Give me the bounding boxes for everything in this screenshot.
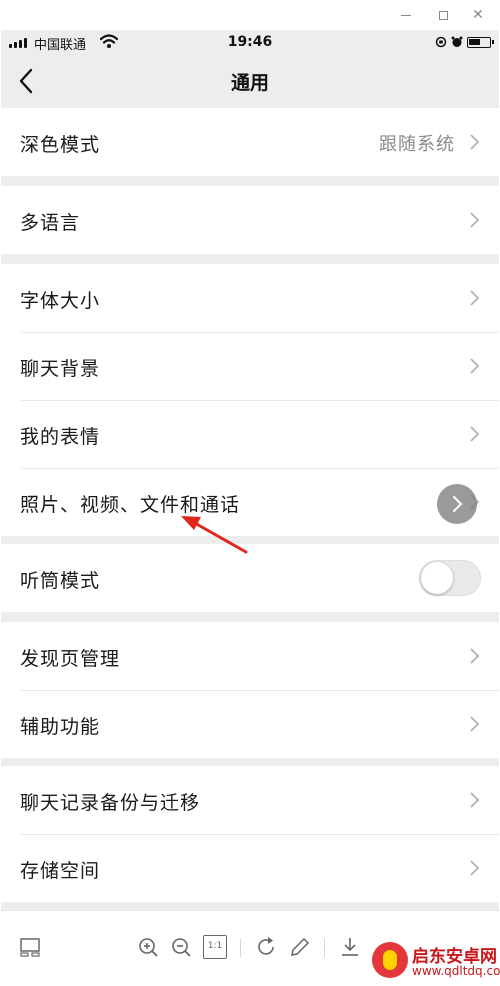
row-label: 字体大小 bbox=[20, 290, 101, 312]
chevron-right-icon bbox=[470, 134, 480, 150]
floating-assistive-button[interactable] bbox=[437, 484, 477, 524]
row-label: 聊天背景 bbox=[20, 358, 101, 380]
chevron-right-icon bbox=[470, 290, 480, 306]
settings-row-font-size[interactable]: 字体大小 bbox=[1, 264, 499, 332]
status-icons bbox=[435, 34, 494, 50]
settings-row-language[interactable]: 多语言 bbox=[1, 186, 499, 254]
actual-size-icon[interactable]: 1:1 bbox=[203, 935, 227, 959]
alarm-icon bbox=[451, 36, 463, 47]
watermark-url: www.qdltdq.com bbox=[412, 964, 500, 978]
row-label: 我的表情 bbox=[20, 426, 101, 448]
minimize-icon[interactable] bbox=[391, 4, 421, 26]
settings-row-dark-mode[interactable]: 深色模式 跟随系统 bbox=[1, 108, 499, 176]
row-value: 跟随系统 bbox=[379, 134, 455, 155]
row-label: 辅助功能 bbox=[20, 716, 101, 738]
earpiece-mode-toggle[interactable] bbox=[419, 560, 481, 596]
close-icon[interactable]: ✕ bbox=[463, 4, 493, 26]
chevron-right-icon bbox=[453, 496, 463, 512]
settings-group-earpiece: 听筒模式 bbox=[1, 544, 499, 612]
settings-group-display: 深色模式 跟随系统 bbox=[1, 108, 499, 176]
settings-group-chat: 字体大小 聊天背景 我的表情 照片、视频、文件和通话 bbox=[1, 264, 499, 536]
site-watermark: 启东安卓网 www.qdltdq.com bbox=[372, 938, 500, 986]
toggle-knob bbox=[421, 562, 453, 594]
settings-row-discover-management[interactable]: 发现页管理 bbox=[1, 622, 499, 690]
viewer-title-bar: ✕ bbox=[0, 0, 500, 30]
zoom-in-icon[interactable] bbox=[136, 935, 160, 959]
settings-row-accessibility[interactable]: 辅助功能 bbox=[1, 690, 499, 758]
row-label: 深色模式 bbox=[20, 134, 101, 156]
settings-row-my-stickers[interactable]: 我的表情 bbox=[1, 400, 499, 468]
chevron-right-icon bbox=[470, 792, 480, 808]
chevron-right-icon bbox=[470, 860, 480, 876]
rotate-icon[interactable] bbox=[254, 935, 278, 959]
navigation-bar: 通用 bbox=[1, 56, 499, 106]
settings-row-media-files-calls[interactable]: 照片、视频、文件和通话 bbox=[1, 468, 499, 536]
orientation-lock-icon bbox=[435, 36, 447, 48]
phone-screen: 中国联通 19:46 通用 深色模式 跟随系统 多语言 字体大小 聊天背景 我的… bbox=[1, 30, 499, 910]
edit-icon[interactable] bbox=[288, 935, 312, 959]
maximize-icon[interactable] bbox=[428, 4, 458, 26]
row-label: 听筒模式 bbox=[20, 570, 101, 592]
row-label: 照片、视频、文件和通话 bbox=[20, 494, 241, 516]
chevron-right-icon bbox=[470, 716, 480, 732]
page-title: 通用 bbox=[230, 72, 269, 94]
settings-row-chat-backup[interactable]: 聊天记录备份与迁移 bbox=[1, 766, 499, 834]
thumbnail-icon[interactable] bbox=[18, 935, 42, 959]
status-bar: 中国联通 19:46 bbox=[1, 30, 499, 56]
row-label: 聊天记录备份与迁移 bbox=[20, 792, 201, 814]
settings-row-earpiece-mode: 听筒模式 bbox=[1, 544, 499, 612]
settings-row-storage[interactable]: 存储空间 bbox=[1, 834, 499, 902]
chevron-right-icon bbox=[470, 426, 480, 442]
download-icon[interactable] bbox=[338, 935, 362, 959]
toolbar-divider bbox=[240, 939, 241, 957]
zoom-out-icon[interactable] bbox=[169, 935, 193, 959]
status-time: 19:46 bbox=[227, 34, 273, 50]
settings-group-features: 发现页管理 辅助功能 bbox=[1, 622, 499, 758]
settings-row-chat-background[interactable]: 聊天背景 bbox=[1, 332, 499, 400]
toolbar-divider bbox=[324, 939, 325, 957]
row-label: 多语言 bbox=[20, 212, 81, 234]
chevron-right-icon bbox=[470, 648, 480, 664]
chevron-right-icon bbox=[470, 358, 480, 374]
battery-icon bbox=[467, 36, 494, 48]
settings-group-language: 多语言 bbox=[1, 186, 499, 254]
row-label: 存储空间 bbox=[20, 860, 101, 882]
row-label: 发现页管理 bbox=[20, 648, 121, 670]
watermark-logo-icon bbox=[372, 942, 408, 978]
settings-group-storage: 聊天记录备份与迁移 存储空间 bbox=[1, 766, 499, 902]
chevron-right-icon bbox=[470, 212, 480, 228]
